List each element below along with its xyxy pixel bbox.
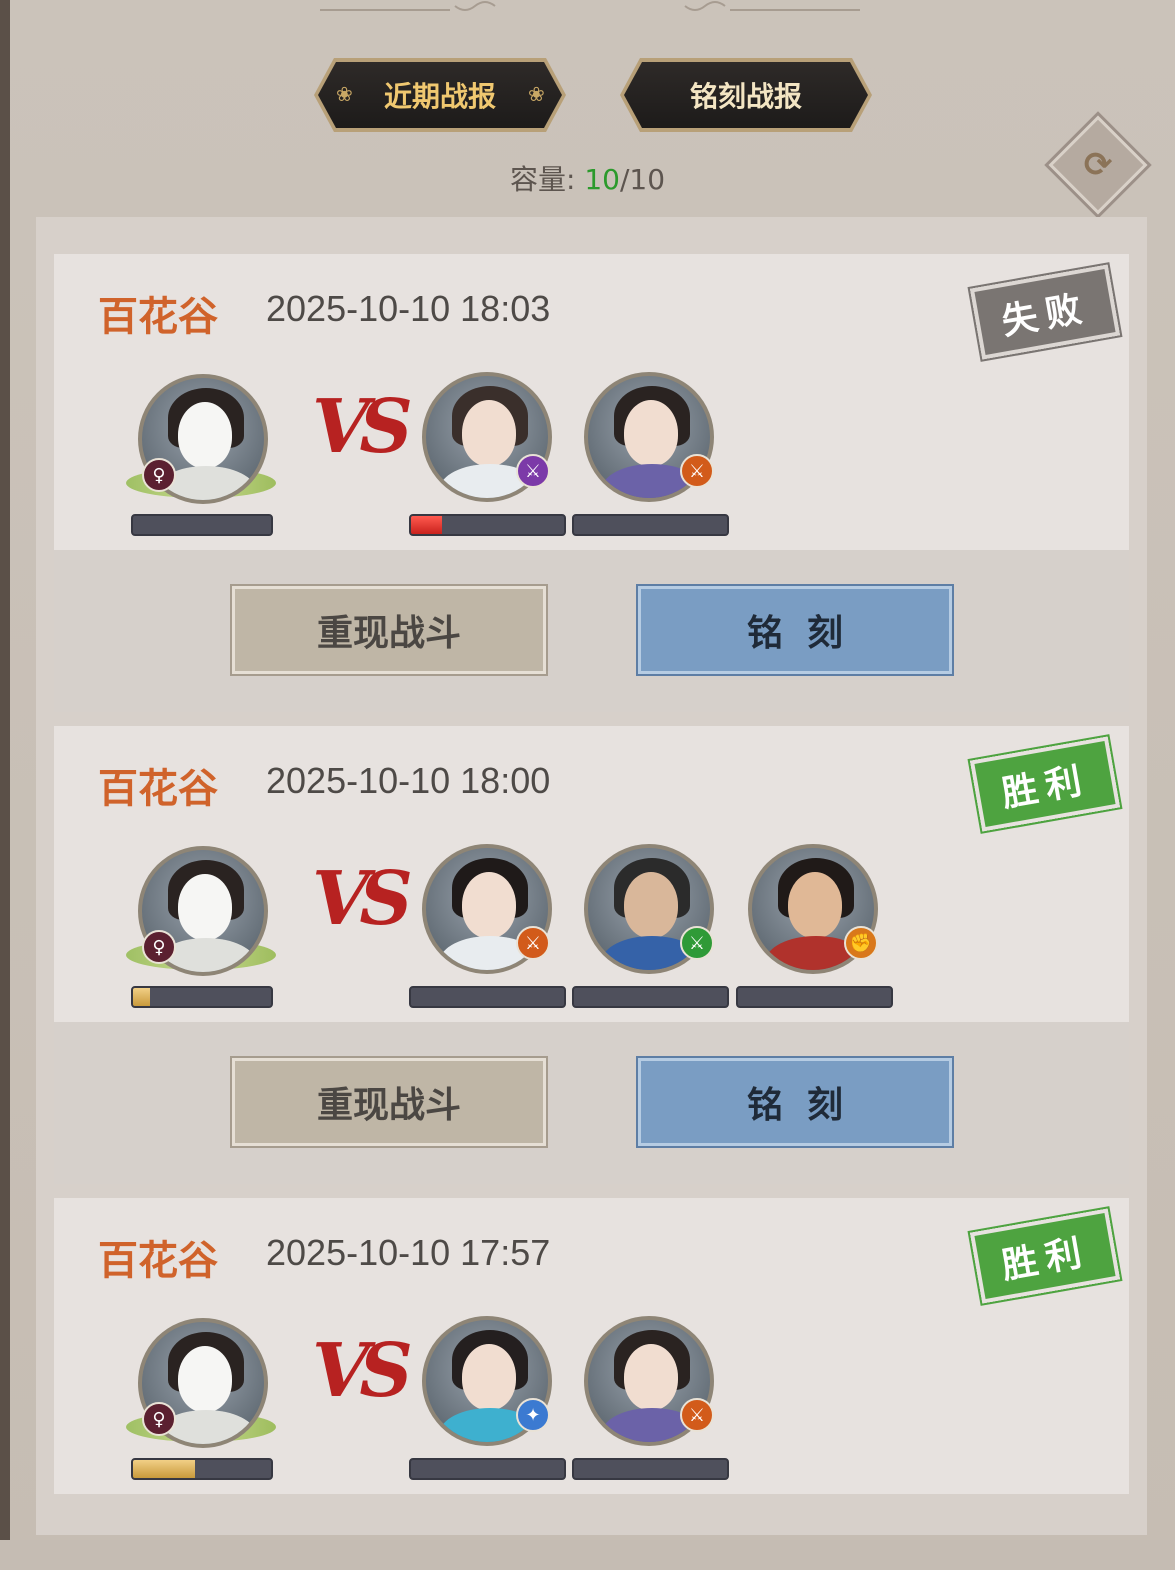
- bottom-frame: [0, 1540, 1175, 1570]
- result-stamp-win: 胜利: [969, 736, 1121, 832]
- tab-right-ornament-icon: ❀: [528, 82, 545, 106]
- sword-class-icon: ⚔: [680, 454, 714, 488]
- battle-location: 百花谷: [98, 1238, 218, 1284]
- female-icon: ♀: [142, 1402, 176, 1436]
- fan-class-icon: ✦: [516, 1398, 550, 1432]
- enemy-hp-bar: [409, 514, 566, 536]
- vs-icon: VS: [312, 1328, 413, 1414]
- capacity-label: 容量:: [509, 163, 576, 196]
- vs-icon: VS: [312, 856, 413, 942]
- tab-recent-reports[interactable]: 近期战报: [318, 62, 562, 128]
- fist-class-icon: ✊: [844, 926, 878, 960]
- top-ornament: [320, 1, 860, 11]
- refresh-icon[interactable]: ⟳: [1066, 138, 1130, 192]
- battle-time: 2025-10-10 18:00: [266, 760, 551, 801]
- result-stamp-lose: 失败: [969, 264, 1121, 360]
- enemy-hp-bar: [736, 986, 893, 1008]
- tab-engraved-reports-label: 铭刻战报: [689, 80, 802, 113]
- sword-class-icon: ⚔: [680, 1398, 714, 1432]
- battle-location: 百花谷: [98, 294, 218, 340]
- battle-card: 百花谷 2025-10-10 18:00 胜利 ♀ VS ⚔ ⚔ ✊ 重现战斗 …: [54, 726, 1129, 1184]
- battle-card: 百花谷 2025-10-10 17:57 胜利 ♀ VS ✦ ⚔: [54, 1198, 1129, 1494]
- tab-engraved-reports[interactable]: 铭刻战报: [624, 62, 868, 128]
- blade-class-icon: ⚔: [680, 926, 714, 960]
- replay-battle-button[interactable]: 重现战斗: [232, 586, 546, 674]
- enemy-hp-bar: [572, 986, 729, 1008]
- replay-battle-button[interactable]: 重现战斗: [232, 1058, 546, 1146]
- vs-icon: VS: [312, 384, 413, 470]
- engrave-button[interactable]: 铭刻: [638, 586, 952, 674]
- enemy-hp-bar: [572, 514, 729, 536]
- capacity-max: /10: [619, 163, 666, 196]
- tab-recent-reports-label: 近期战报: [383, 80, 496, 113]
- player-hp-bar: [131, 1458, 273, 1480]
- result-stamp-win: 胜利: [969, 1208, 1121, 1304]
- female-icon: ♀: [142, 458, 176, 492]
- player-hp-bar: [131, 986, 273, 1008]
- enemy-hp-bar: [409, 986, 566, 1008]
- battle-location: 百花谷: [98, 766, 218, 812]
- spear-class-icon: ⚔: [516, 454, 550, 488]
- enemy-hp-bar: [572, 1458, 729, 1480]
- engrave-button[interactable]: 铭刻: [638, 1058, 952, 1146]
- female-icon: ♀: [142, 930, 176, 964]
- sword-class-icon: ⚔: [516, 926, 550, 960]
- player-hp-bar: [131, 514, 273, 536]
- tab-left-ornament-icon: ❀: [336, 82, 353, 106]
- battle-time: 2025-10-10 17:57: [266, 1232, 551, 1273]
- capacity-current: 10: [584, 163, 620, 196]
- capacity-indicator: 容量: 10/10: [0, 158, 1175, 198]
- battle-card: 百花谷 2025-10-10 18:03 失败 ♀ VS ⚔ ⚔ 重现战斗 铭刻: [54, 254, 1129, 712]
- enemy-hp-bar: [409, 1458, 566, 1480]
- battle-time: 2025-10-10 18:03: [266, 288, 551, 329]
